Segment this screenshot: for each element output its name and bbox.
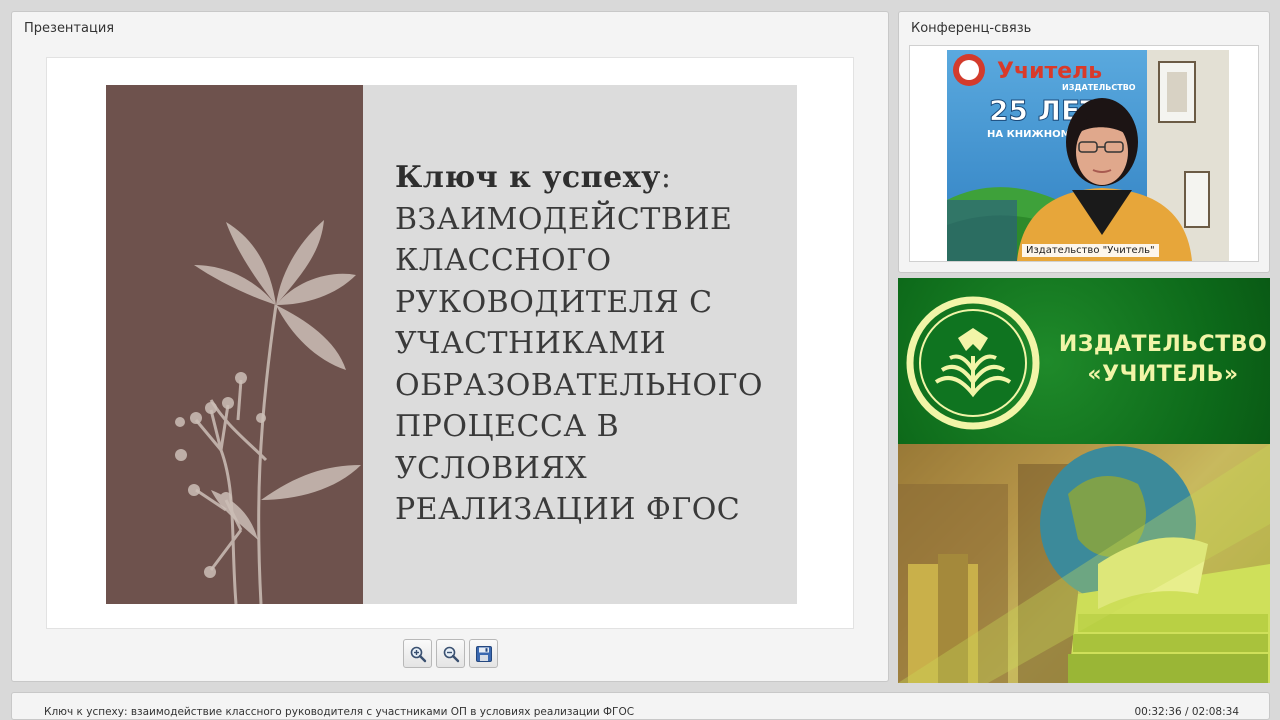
presentation-panel: Презентация Ключ к успеху: ВЗАИМОДЕЙСТВИ… [11, 11, 889, 682]
zoom-out-icon [443, 646, 459, 662]
backdrop-brand-sub: ИЗДАТЕЛЬСТВО [1062, 83, 1136, 92]
lesson-title: Ключ к успеху: взаимодействие классного … [44, 706, 635, 718]
backdrop-brand: Учитель [997, 59, 1102, 84]
slide-title-line: РУКОВОДИТЕЛЯ С [395, 284, 713, 320]
save-button[interactable] [469, 639, 498, 668]
conference-panel-title: Конференц-связь [911, 21, 1032, 36]
publisher-logo-icon [906, 296, 1040, 430]
slide-title-line: ПРОЦЕССА В [395, 409, 620, 444]
books-globe-illustration [898, 444, 1270, 683]
slide-title-line: УЧАСТНИКАМИ [395, 326, 667, 361]
plant-illustration [175, 220, 361, 604]
slide-frame: Ключ к успеху: ВЗАИМОДЕЙСТВИЕ КЛАССНОГО … [46, 57, 854, 629]
floppy-disk-icon [475, 645, 492, 662]
slide-title-line: ВЗАИМОДЕЙСТВИЕ [395, 201, 733, 237]
zoom-out-button[interactable] [436, 639, 465, 668]
slide-title: Ключ к успеху: ВЗАИМОДЕЙСТВИЕ КЛАССНОГО … [395, 157, 775, 531]
speaker-caption: Издательство "Учитель" [1022, 244, 1159, 257]
conference-panel: Конференц-связь Учитель ИЗДАТЕЛЬСТВО 25 … [898, 11, 1270, 273]
publisher-name-line: «УЧИТЕЛЬ» [1087, 362, 1239, 387]
slide-title-line: УСЛОВИЯХ [395, 450, 588, 486]
playback-time: 00:32:36 / 02:08:34 [1134, 706, 1239, 718]
presentation-panel-title: Презентация [24, 21, 115, 36]
publisher-name-line: ИЗДАТЕЛЬСТВО [1058, 332, 1268, 357]
publisher-banner: ИЗДАТЕЛЬСТВО «УЧИТЕЛЬ» [898, 278, 1270, 683]
slide-title-colon: : [660, 160, 672, 195]
publisher-name: ИЗДАТЕЛЬСТВО «УЧИТЕЛЬ» [1058, 330, 1268, 390]
zoom-in-button[interactable] [403, 639, 432, 668]
bottom-bar: Ключ к успеху: взаимодействие классного … [11, 692, 1270, 720]
speaker-scene: Учитель ИЗДАТЕЛЬСТВО 25 ЛЕТ НА КНИЖНОМ Р… [947, 50, 1229, 261]
slide-title-line: КЛАССНОГО [395, 243, 612, 278]
zoom-in-icon [410, 646, 426, 662]
backdrop-tagline: НА КНИЖНОМ [987, 129, 1071, 140]
video-feed: Учитель ИЗДАТЕЛЬСТВО 25 ЛЕТ НА КНИЖНОМ Р… [947, 50, 1229, 261]
slide: Ключ к успеху: ВЗАИМОДЕЙСТВИЕ КЛАССНОГО … [106, 85, 797, 604]
slide-title-line: ОБРАЗОВАТЕЛЬНОГО [395, 367, 763, 403]
publisher-banner-photo [898, 444, 1270, 683]
slide-title-lead: Ключ к успеху [395, 160, 661, 195]
publisher-banner-top: ИЗДАТЕЛЬСТВО «УЧИТЕЛЬ» [898, 278, 1270, 444]
slide-title-line: РЕАЛИЗАЦИИ ФГОС [395, 492, 741, 527]
video-frame[interactable]: Учитель ИЗДАТЕЛЬСТВО 25 ЛЕТ НА КНИЖНОМ Р… [909, 45, 1259, 262]
